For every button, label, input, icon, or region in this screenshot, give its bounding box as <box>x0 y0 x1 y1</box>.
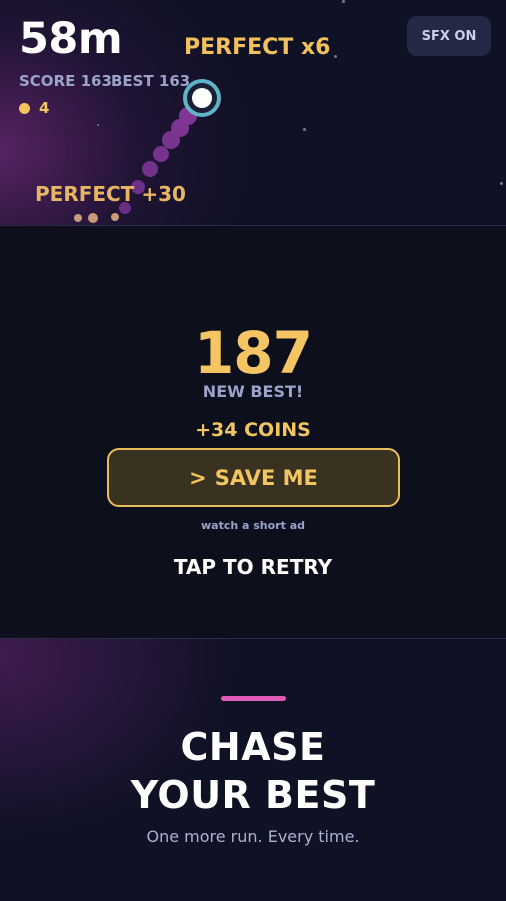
coins-earned: +34 COINS <box>195 419 311 441</box>
save-me-button[interactable]: > SAVE ME <box>107 448 400 507</box>
distance-meter: 58m <box>19 14 123 64</box>
star <box>97 124 99 126</box>
perfect-multiplier: PERFECT x6 <box>184 35 331 60</box>
trail-dot <box>74 214 82 222</box>
player-ball <box>192 88 212 108</box>
coin-count: 4 <box>39 99 50 117</box>
coin-counter: 4 <box>19 99 49 117</box>
headline-line-2: YOUR BEST <box>130 773 376 817</box>
game-hud: 58m SCORE 163 BEST 163 4 PERFECT x6 PERF… <box>0 0 506 226</box>
trail-dot <box>111 213 119 221</box>
accent-divider <box>221 696 286 701</box>
ad-note: watch a short ad <box>200 519 306 532</box>
retry-button[interactable]: TAP TO RETRY <box>0 555 506 579</box>
save-me-label: SAVE ME <box>214 465 318 490</box>
perfect-bonus: PERFECT +30 <box>35 182 186 206</box>
game-over-panel: 187 NEW BEST! +34 COINS > SAVE ME watch … <box>0 226 506 638</box>
star <box>500 182 503 185</box>
promo-headline: CHASE YOUR BEST <box>0 723 506 819</box>
trail-dot <box>153 146 169 162</box>
best-label: BEST 163 <box>111 72 191 90</box>
star <box>334 55 337 58</box>
chevron-right-icon: > <box>189 465 207 490</box>
promo-banner: CHASE YOUR BEST One more run. Every time… <box>0 638 506 901</box>
star <box>303 128 306 131</box>
score-label: SCORE 163 <box>19 72 112 90</box>
final-score: 187 <box>193 319 313 387</box>
trail-dot <box>88 213 98 223</box>
coin-icon <box>19 102 30 114</box>
new-best-badge: NEW BEST! <box>202 382 304 401</box>
sfx-toggle-button[interactable]: SFX ON <box>407 16 491 56</box>
headline-line-1: CHASE <box>180 725 326 769</box>
star <box>342 0 345 3</box>
promo-tagline: One more run. Every time. <box>146 827 360 846</box>
trail-dot <box>142 161 158 177</box>
